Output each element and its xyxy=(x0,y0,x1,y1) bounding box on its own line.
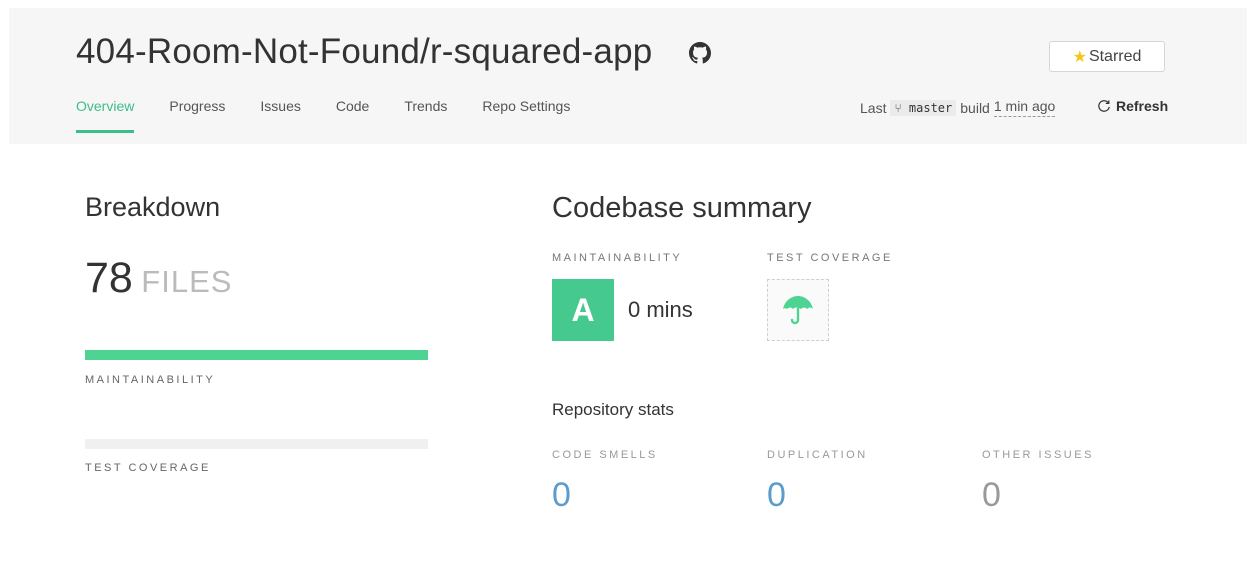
star-button[interactable]: ★ Starred xyxy=(1049,41,1165,72)
test-coverage-setup[interactable] xyxy=(767,279,829,341)
files-label: FILES xyxy=(141,264,233,299)
files-summary: 78 FILES xyxy=(85,254,232,303)
tab-code[interactable]: Code xyxy=(336,98,369,133)
repo-title[interactable]: 404-Room-Not-Found/r-squared-app xyxy=(76,32,652,72)
other-issues-label: OTHER ISSUES xyxy=(982,449,1094,461)
tab-repo-settings[interactable]: Repo Settings xyxy=(482,98,570,133)
branch-badge[interactable]: ⑂ master xyxy=(890,99,957,116)
refresh-button[interactable]: Refresh xyxy=(1097,98,1168,114)
build-info: Last ⑂ master build 1 min ago xyxy=(860,98,1056,117)
breakdown-title: Breakdown xyxy=(85,192,221,222)
summary-maintainability-label: MAINTAINABILITY xyxy=(552,252,683,264)
code-smells-label: CODE SMELLS xyxy=(552,449,658,461)
duplication-value[interactable]: 0 xyxy=(767,476,786,515)
code-smells-value[interactable]: 0 xyxy=(552,476,571,515)
build-middle: build xyxy=(960,99,990,116)
refresh-icon xyxy=(1098,100,1110,112)
star-button-label: Starred xyxy=(1088,47,1142,65)
test-coverage-bar[interactable] xyxy=(85,439,428,449)
tab-progress[interactable]: Progress xyxy=(169,98,225,133)
branch-icon: ⑂ xyxy=(894,100,902,115)
breakdown-maintainability-label: MAINTAINABILITY xyxy=(85,374,216,386)
maintainability-bar[interactable] xyxy=(85,350,428,360)
repository-stats-title: Repository stats xyxy=(552,400,674,419)
summary-test-coverage-label: TEST COVERAGE xyxy=(767,252,893,264)
build-prefix: Last xyxy=(860,99,887,116)
maintainability-grade[interactable]: A xyxy=(552,279,614,341)
files-count: 78 xyxy=(85,254,133,302)
tab-issues[interactable]: Issues xyxy=(260,98,300,133)
tab-trends[interactable]: Trends xyxy=(404,98,447,133)
nav-tabs: Overview Progress Issues Code Trends Rep… xyxy=(76,98,605,133)
tab-overview[interactable]: Overview xyxy=(76,98,135,133)
other-issues-value: 0 xyxy=(982,476,1001,514)
build-time[interactable]: 1 min ago xyxy=(993,98,1056,117)
duplication-label: DUPLICATION xyxy=(767,449,868,461)
refresh-label: Refresh xyxy=(1116,98,1169,114)
star-icon: ★ xyxy=(1072,48,1087,66)
branch-name: master xyxy=(908,100,953,115)
codebase-summary-title: Codebase summary xyxy=(552,192,812,224)
umbrella-icon xyxy=(783,296,813,325)
maintainability-time: 0 mins xyxy=(628,297,693,322)
github-icon[interactable] xyxy=(689,42,711,64)
breakdown-test-coverage-label: TEST COVERAGE xyxy=(85,462,211,474)
